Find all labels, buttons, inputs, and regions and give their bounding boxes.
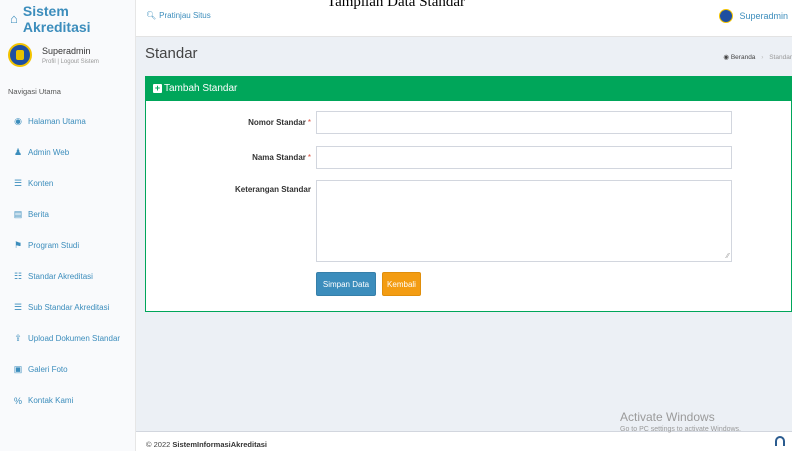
sidebar-item-konten[interactable]: ☰ Konten xyxy=(0,168,135,199)
keterangan-standar-label: Keterangan Standar xyxy=(234,185,311,194)
avatar xyxy=(8,43,32,67)
logout-link[interactable]: Logout Sistem xyxy=(61,59,99,65)
breadcrumb-separator: › xyxy=(761,54,764,61)
user-name: Superadmin xyxy=(42,45,91,56)
sidebar-item-halaman-utama[interactable]: ◉ Halaman Utama xyxy=(0,106,135,137)
dashboard-icon: ◉ xyxy=(14,116,22,126)
newspaper-icon: ▤ xyxy=(13,209,23,219)
sidebar-item-admin-web[interactable]: ♟ Admin Web xyxy=(0,137,135,168)
search-icon: 🔍︎ xyxy=(146,11,157,20)
user-menu[interactable]: Superadmin xyxy=(719,9,788,23)
sidebar-item-kontak-kami[interactable]: % Kontak Kami xyxy=(0,385,135,416)
list-ol-icon: ☷ xyxy=(13,271,23,281)
sidebar-item-standar-akreditasi[interactable]: ☷ Standar Akreditasi xyxy=(0,261,135,292)
watermark-subtitle: Go to PC settings to activate Windows. xyxy=(620,426,741,433)
keterangan-standar-textarea[interactable]: ⁄⁄ xyxy=(316,180,732,262)
box-title: Tambah Standar xyxy=(164,83,238,94)
save-button[interactable]: Simpan Data xyxy=(316,272,376,296)
sidebar-item-program-studi[interactable]: ⚑ Program Studi xyxy=(0,230,135,261)
preview-site-label: Pratinjau Situs xyxy=(159,11,211,20)
sidebar-item-label: Galeri Foto xyxy=(28,365,68,374)
back-button[interactable]: Kembali xyxy=(382,272,421,296)
sidebar-item-label: Upload Dokumen Standar xyxy=(28,334,121,343)
resize-handle-icon[interactable]: ⁄⁄ xyxy=(727,253,729,260)
sidebar-item-upload-dokumen-standar[interactable]: ⇪ Upload Dokumen Standar xyxy=(0,323,135,354)
breadcrumb-home[interactable]: Beranda xyxy=(731,54,756,61)
required-mark: * xyxy=(307,153,311,162)
footer-site-name: SistemInformasiAkreditasi xyxy=(172,440,268,449)
sidebar: ⌂ Sistem Akreditasi Superadmin Profil | … xyxy=(0,0,136,451)
preview-site-link[interactable]: 🔍︎ Pratinjau Situs xyxy=(146,11,211,20)
add-standard-box: + Tambah Standar Nomor Standar * Nama Sta… xyxy=(145,76,792,312)
sidebar-item-label: Konten xyxy=(28,179,54,188)
user-menu-label: Superadmin xyxy=(739,11,788,21)
sidebar-item-label: Kontak Kami xyxy=(28,396,74,405)
figure-caption: Tampilan Data Standar xyxy=(326,0,466,10)
chat-widget-icon[interactable] xyxy=(775,436,785,446)
sidebar-item-label: Sub Standar Akreditasi xyxy=(28,303,110,312)
profile-link[interactable]: Profil xyxy=(42,59,56,65)
sidebar-item-label: Admin Web xyxy=(28,148,70,157)
flag-icon: ⚑ xyxy=(13,240,23,250)
nama-standar-label: Nama Standar * xyxy=(252,153,311,162)
nomor-standar-input[interactable] xyxy=(316,111,732,134)
upload-icon: ⇪ xyxy=(14,333,22,343)
nav-header: Navigasi Utama xyxy=(8,87,61,96)
avatar xyxy=(719,9,734,23)
list-icon: ☰ xyxy=(13,302,23,312)
nama-standar-input[interactable] xyxy=(316,146,732,169)
user-panel: Superadmin Profil | Logout Sistem xyxy=(0,37,135,77)
page-title: Standar xyxy=(145,45,198,62)
home-icon: ⌂ xyxy=(10,11,18,26)
sidebar-item-label: Standar Akreditasi xyxy=(28,272,93,281)
link-icon: % xyxy=(13,395,22,406)
sidebar-item-label: Halaman Utama xyxy=(28,117,86,126)
content-header: Standar ◉ Beranda › Standar xyxy=(145,45,792,70)
sidebar-item-berita[interactable]: ▤ Berita xyxy=(0,199,135,230)
image-icon: ▣ xyxy=(13,364,23,374)
footer: © 2022 SistemInformasiAkreditasi xyxy=(136,431,792,451)
activation-watermark: Activate Windows Go to PC settings to ac… xyxy=(620,410,741,433)
breadcrumb: ◉ Beranda › Standar xyxy=(723,53,792,61)
link-separator: | xyxy=(57,58,59,65)
watermark-title: Activate Windows xyxy=(620,410,715,424)
breadcrumb-current: Standar xyxy=(769,54,792,61)
sidebar-item-galeri-foto[interactable]: ▣ Galeri Foto xyxy=(0,354,135,385)
sidebar-item-sub-standar-akreditasi[interactable]: ☰ Sub Standar Akreditasi xyxy=(0,292,135,323)
user-icon: ♟ xyxy=(13,147,23,157)
nomor-standar-label: Nomor Standar * xyxy=(248,118,311,127)
sidebar-item-label: Program Studi xyxy=(28,241,80,250)
plus-square-icon: + xyxy=(153,83,162,93)
box-header: + Tambah Standar xyxy=(146,76,791,101)
sidebar-item-label: Berita xyxy=(28,210,49,219)
copyright: © 2022 SistemInformasiAkreditasi xyxy=(146,440,268,449)
dashboard-icon: ◉ xyxy=(723,54,730,61)
list-icon: ☰ xyxy=(13,178,23,188)
required-mark: * xyxy=(307,118,311,127)
